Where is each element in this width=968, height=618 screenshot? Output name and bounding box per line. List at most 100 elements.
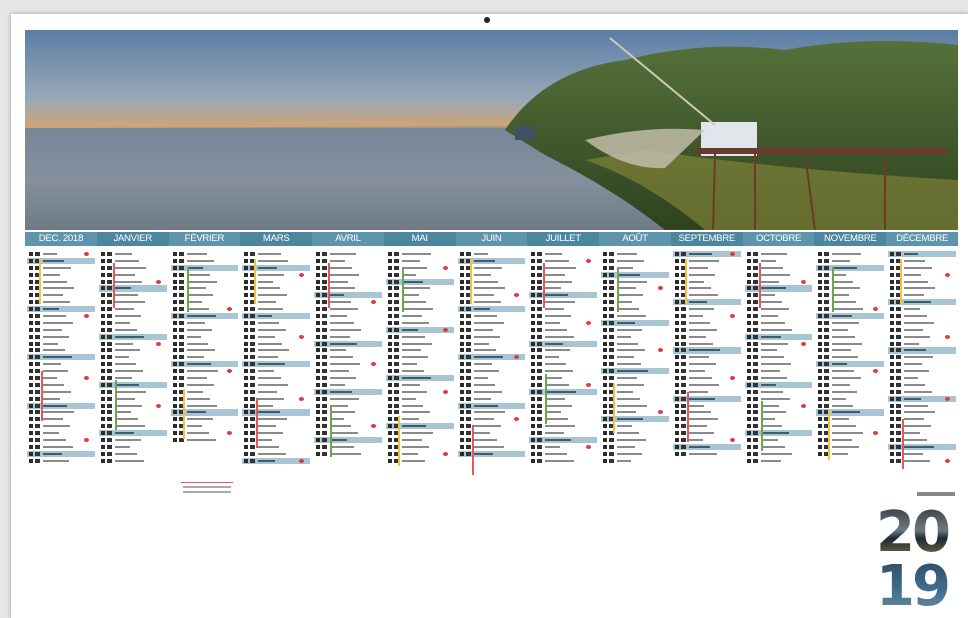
day-row (888, 458, 956, 464)
day-row (529, 361, 597, 367)
day-row (529, 285, 597, 291)
day-row (314, 409, 382, 415)
day-row (386, 299, 454, 305)
month-column (97, 251, 169, 496)
day-row (601, 347, 669, 353)
day-row (816, 306, 884, 312)
day-row (816, 375, 884, 381)
day-row (673, 409, 741, 415)
day-row (99, 347, 167, 353)
school-holiday-bar (397, 416, 400, 466)
day-row (529, 396, 597, 402)
month-column (671, 251, 743, 496)
day-row (27, 313, 95, 319)
day-row (242, 292, 310, 298)
day-row (745, 327, 813, 333)
day-row (386, 320, 454, 326)
school-holiday-bar (401, 267, 404, 312)
day-row (529, 299, 597, 305)
day-row (242, 272, 310, 278)
day-row (27, 299, 95, 305)
day-row (673, 258, 741, 264)
day-row (458, 430, 526, 436)
day-row (745, 409, 813, 415)
day-row (673, 320, 741, 326)
day-row (314, 292, 382, 299)
day-row (745, 251, 813, 257)
day-row (601, 416, 669, 423)
day-row (242, 416, 310, 422)
day-row (745, 258, 813, 264)
day-row (171, 292, 239, 298)
day-row (816, 430, 884, 436)
day-row (386, 444, 454, 450)
day-row (529, 265, 597, 271)
day-row (99, 327, 167, 333)
day-row (601, 251, 669, 257)
day-row (458, 389, 526, 395)
day-row (672, 395, 741, 402)
day-row (242, 382, 310, 388)
month-column (312, 251, 384, 496)
year-display: 20 19 (857, 505, 967, 615)
day-row (171, 403, 239, 409)
day-row (314, 382, 382, 388)
day-row (242, 341, 310, 347)
day-row (314, 423, 382, 429)
day-row (98, 333, 167, 340)
day-row (171, 285, 239, 291)
school-holiday-bar (256, 398, 259, 448)
day-row (529, 334, 597, 340)
landscape-photo (25, 30, 958, 230)
day-row (673, 451, 741, 457)
day-row (385, 326, 454, 333)
day-row (170, 361, 239, 368)
day-row (314, 279, 382, 285)
day-row (888, 251, 956, 258)
day-row (242, 396, 310, 402)
day-row (99, 251, 167, 257)
day-row (27, 416, 95, 422)
school-holiday-bar (254, 259, 257, 304)
year-top-digits: 20 (857, 505, 967, 561)
day-row (529, 347, 597, 353)
day-row (386, 341, 454, 347)
day-row (888, 403, 956, 409)
day-row (386, 251, 454, 257)
day-row (673, 368, 741, 374)
day-row (816, 347, 884, 353)
day-row (745, 292, 813, 298)
day-row (386, 285, 454, 291)
day-row (386, 451, 454, 457)
day-row (27, 354, 95, 361)
day-row (816, 334, 884, 340)
school-holiday-bar (186, 267, 189, 312)
day-row (242, 279, 310, 285)
day-row (242, 258, 310, 264)
day-row (745, 279, 813, 285)
day-row (745, 423, 813, 429)
day-row (314, 361, 382, 367)
day-row (816, 285, 884, 291)
day-row (314, 354, 382, 360)
day-row (386, 313, 454, 319)
day-row (171, 251, 239, 257)
month-grid (25, 251, 958, 496)
day-row (314, 340, 382, 347)
calendar-sheet: DEC. 2018 JANVIER FÉVRIER MARS AVRIL MAI JUIN J… (11, 14, 968, 618)
day-row (27, 444, 95, 450)
day-row (673, 423, 741, 429)
day-row (171, 382, 239, 388)
day-row (529, 444, 597, 450)
publisher-mark (917, 492, 955, 496)
day-row (27, 285, 95, 291)
day-row (744, 381, 813, 389)
day-row (529, 416, 597, 422)
day-row (314, 347, 382, 353)
day-row (386, 258, 454, 264)
day-row (27, 320, 95, 326)
day-row (744, 285, 813, 292)
day-row (99, 341, 167, 347)
day-row (171, 423, 239, 429)
day-row (27, 265, 95, 271)
